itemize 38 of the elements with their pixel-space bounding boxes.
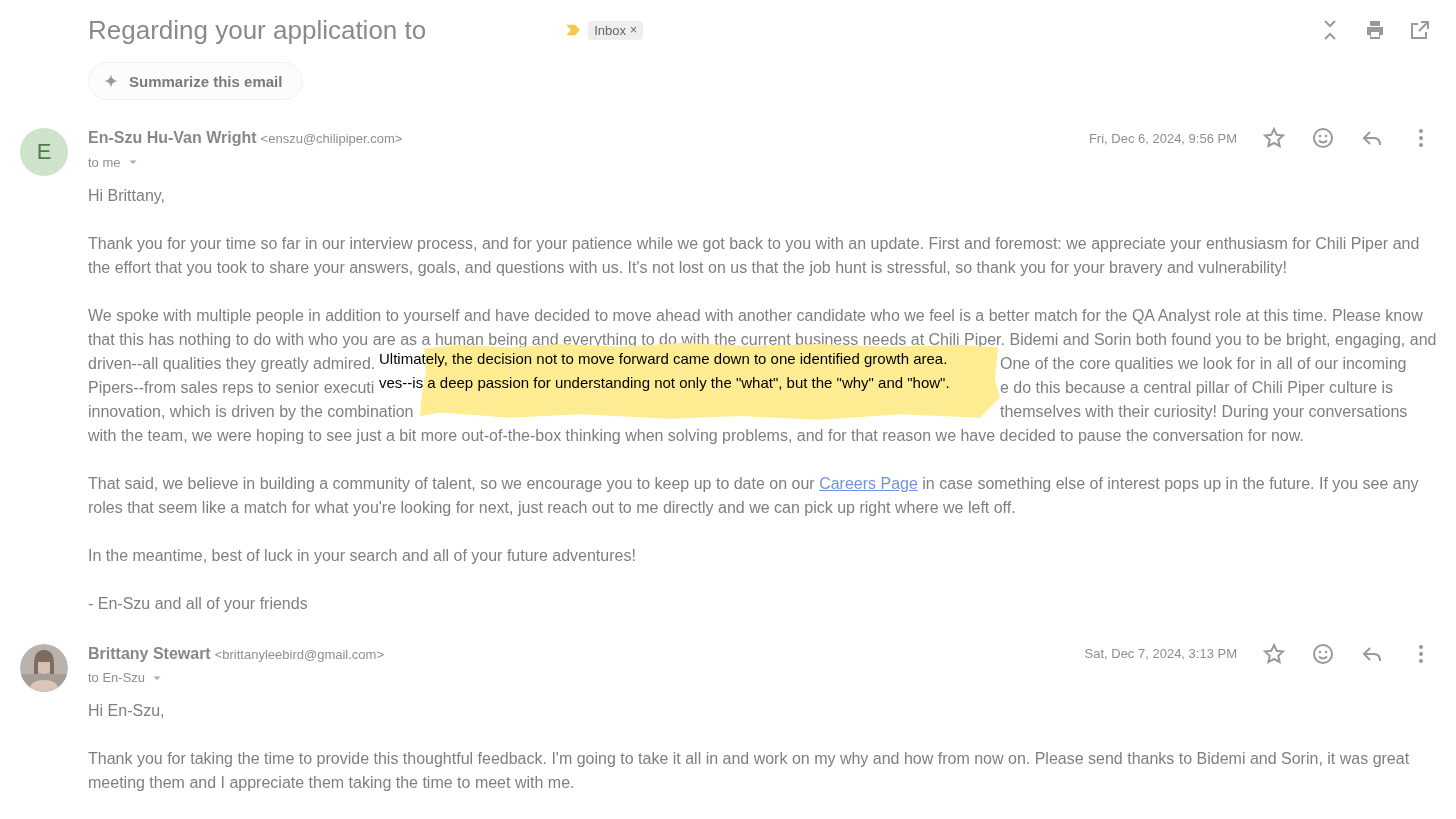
subject-title: Regarding your application to (88, 14, 427, 46)
sender-name: En-Szu Hu-Van Wright (88, 129, 257, 146)
message-paragraph: Hi Brittany, (88, 185, 167, 206)
text-line: e do this because a central pillar of Chili Piper culture is (1000, 377, 1394, 398)
careers-page-link[interactable]: Careers Page (819, 474, 918, 492)
sender-email: <enszu@chilipiper.com> (260, 131, 403, 146)
message-paragraph: In the meantime, best of luck in your search and all of your future adventures! (88, 545, 637, 566)
remove-label-button[interactable]: × (630, 23, 638, 37)
message-date: Fri, Dec 6, 2024, 9:56 PM (1088, 130, 1237, 146)
emoji-icon[interactable] (1311, 126, 1335, 150)
message-paragraph: Thank you for taking the time to provide this thoughtful feedback. I'm going to take it all in and work on my why and how from now on. Please send thanks to Bidemi and Sorin, it was great meeting them and I appreciate them taking the time to meet with me. (88, 749, 1411, 793)
text-line: themselves with their curiosity! During your conversations (1000, 401, 1408, 422)
text-line: Pipers--from sales reps to senior executi (88, 377, 375, 398)
sender-name: Brittany Stewart (88, 644, 211, 662)
text-line: with the team, we were hoping to see just a bit more out-of-the-box thinking when solving problems, and for that reason we have decided to pause the conversation for now. (88, 426, 1304, 444)
highlight-text: Ultimately, the decision not to move forward came down to one identified growth area. (379, 349, 949, 369)
text-line: driven--all qualities they greatly admired. (88, 353, 376, 374)
message-paragraph: - En-Szu and all of your friends (88, 593, 309, 614)
text-line: One of the core qualities we look for in all of our incoming (1000, 353, 1407, 374)
message-date: Sat, Dec 7, 2024, 3:13 PM (1084, 646, 1237, 661)
message-paragraph: Thank you for your time so far in our interview process, and for your patience while we got back to you with an update. First and foremost: we appreciate your enthusiasm for Chili Piper and the effort that you took to share your answers, goals, and questions with us. It's not lost on us that the job hunt is stressful, so thank you for your bravery and vulnerability! (88, 233, 1421, 278)
label-chip[interactable]: Inbox × (588, 20, 644, 40)
avatar: E (20, 128, 68, 176)
summarize-button[interactable]: Summarize this email (88, 62, 304, 100)
star-icon[interactable] (1262, 126, 1286, 150)
open-new-window-icon[interactable] (1408, 18, 1432, 42)
recipient-toggle[interactable]: to En-Szu (88, 669, 164, 686)
recipient-toggle[interactable]: to me (88, 154, 139, 170)
emoji-icon[interactable] (1311, 641, 1335, 666)
text-line: We spoke with multiple people in addition to yourself and have decided to move ahead with another candidate who we feel is a better match for the QA Analyst role at this time. Please know (88, 306, 1423, 324)
text-line: innovation, which is driven by the combination (88, 401, 414, 422)
label-text: Inbox (594, 22, 627, 38)
highlight-text: ves--is a deep passion for understanding not only the "what", but the "why" and "how". (379, 373, 951, 393)
sparkle-icon[interactable] (103, 73, 119, 89)
sender-email: <brittanyleebird@gmail.com> (214, 646, 384, 662)
star-icon[interactable] (1262, 641, 1286, 666)
message-paragraph: Hi En-Szu, (88, 701, 166, 721)
message-paragraph: That said, we believe in building a community of talent, so we encourage you to keep up to date on our Careers Page in case something else of interest pops up in the future. If you see any roles that seem like a match for what you're looking for next, just reach out to me directly and we can pick up right where we left off. (88, 473, 1420, 518)
